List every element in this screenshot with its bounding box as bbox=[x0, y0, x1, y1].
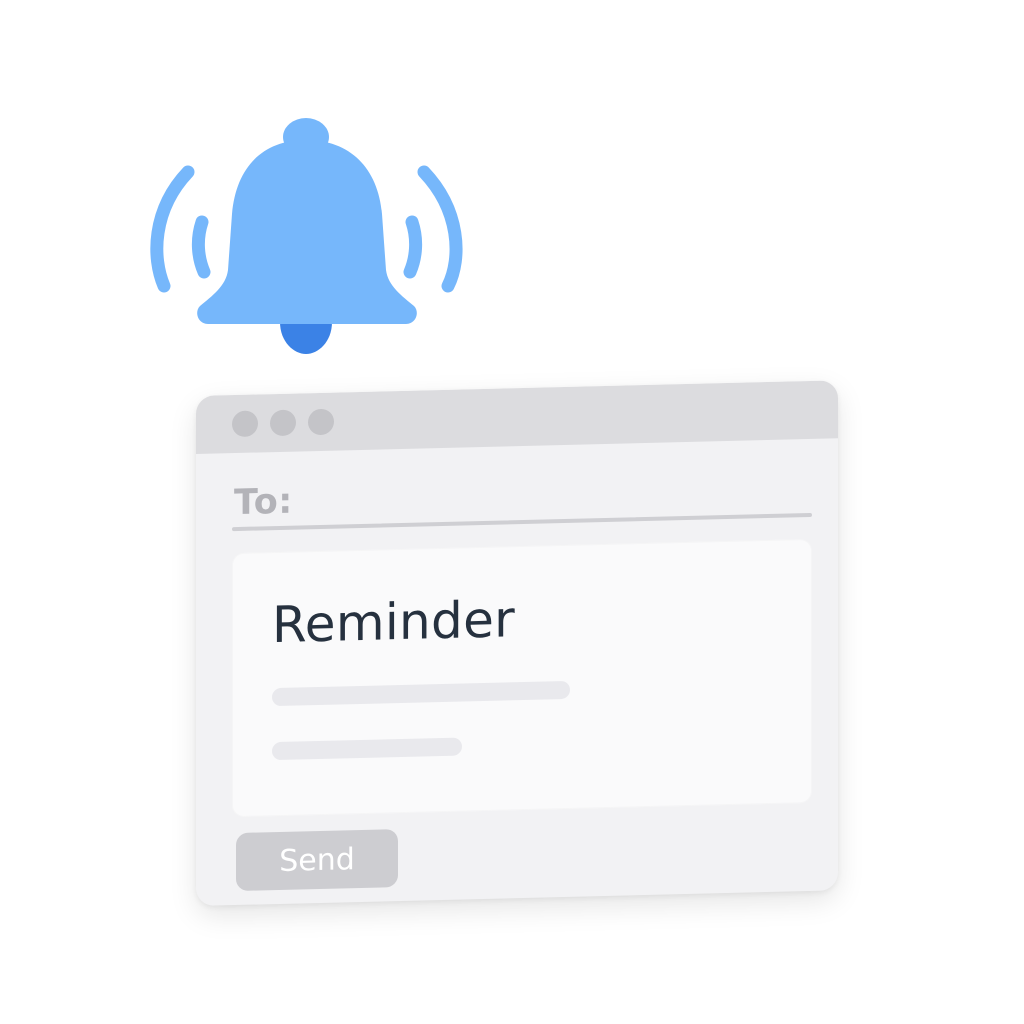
sound-wave-left-inner bbox=[191, 215, 211, 279]
message-body[interactable]: Reminder bbox=[232, 538, 812, 818]
bell-body bbox=[197, 140, 417, 324]
bell-clapper bbox=[280, 322, 332, 354]
sound-wave-left-outer bbox=[150, 165, 195, 293]
bell-icon bbox=[150, 118, 463, 354]
window-maximize-dot[interactable] bbox=[308, 408, 334, 436]
bell-notification bbox=[140, 110, 480, 370]
placeholder-text-line bbox=[272, 737, 462, 761]
to-label: To: bbox=[234, 481, 293, 524]
email-compose-window: To: Reminder Send bbox=[196, 380, 838, 907]
to-field[interactable]: To: bbox=[196, 438, 838, 538]
window-minimize-dot[interactable] bbox=[270, 409, 296, 437]
placeholder-text-line bbox=[272, 680, 570, 707]
send-button[interactable]: Send bbox=[236, 829, 398, 892]
sound-wave-right-outer bbox=[417, 165, 463, 293]
reminder-illustration: To: Reminder Send bbox=[0, 0, 1024, 1024]
subject-text: Reminder bbox=[272, 590, 516, 655]
window-close-dot[interactable] bbox=[232, 410, 258, 438]
sound-wave-right-inner bbox=[403, 215, 423, 279]
to-field-underline bbox=[232, 512, 812, 532]
